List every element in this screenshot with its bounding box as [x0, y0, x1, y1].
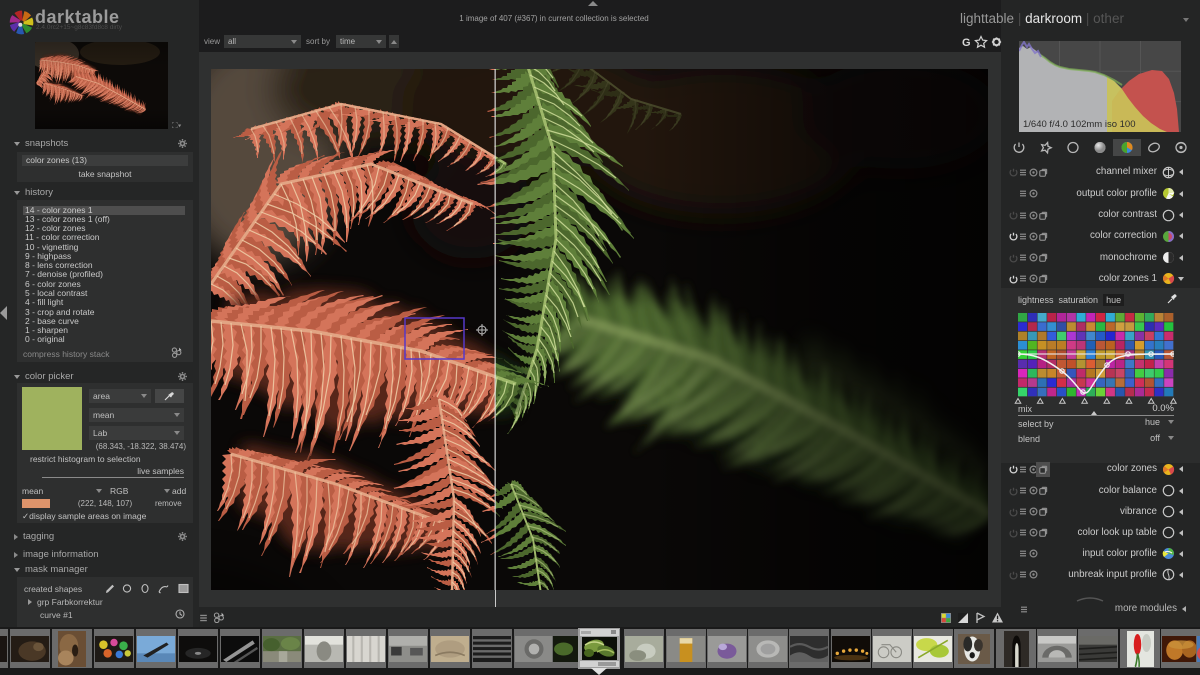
- svg-text:G: G: [962, 37, 971, 49]
- svg-text:1/640 f/4.0 102mm iso 100: 1/640 f/4.0 102mm iso 100: [1023, 119, 1136, 130]
